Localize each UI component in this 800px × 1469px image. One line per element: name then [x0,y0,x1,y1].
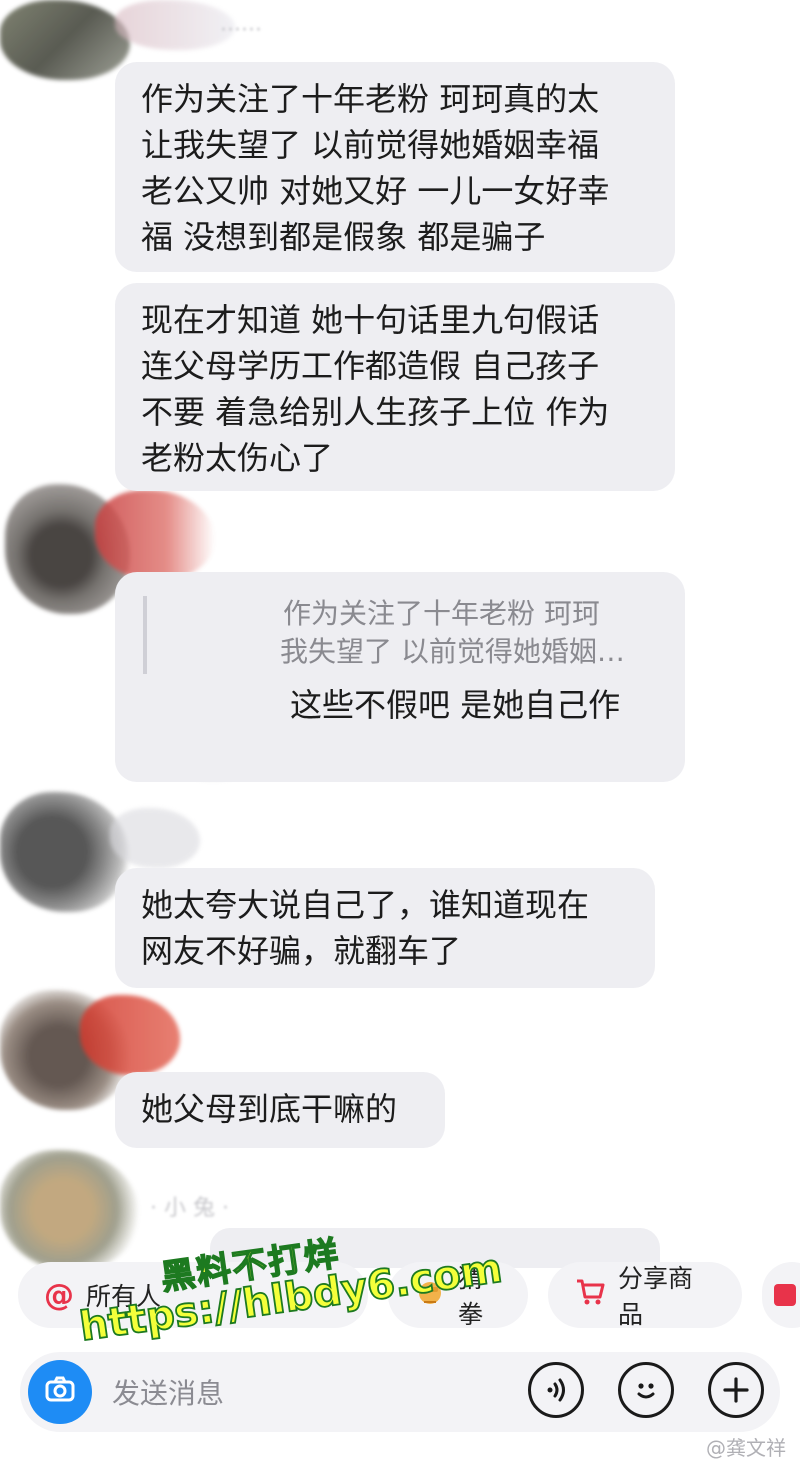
avatar [95,490,215,580]
avatar [115,0,235,50]
voice-icon [539,1373,573,1411]
camera-icon [42,1372,78,1412]
plus-icon [719,1373,753,1411]
emoji-button[interactable] [618,1362,674,1418]
message-text: 她父母到底干嘛的 [141,1090,398,1128]
emoji-icon [629,1373,663,1411]
weibo-credit: @龚文祥 [706,1436,786,1460]
message-text: 网友不好骗，就翻车了 [141,932,462,970]
chip-more[interactable] [762,1262,800,1328]
quoted-message-line: 我失望了 以前觉得她婚姻… [280,635,625,668]
avatar [0,0,130,80]
cart-icon [574,1276,606,1314]
message-text: 老公又帅 对她又好 一儿一女好幸 [141,172,610,210]
plus-button[interactable] [708,1362,764,1418]
avatar [0,1150,140,1270]
camera-button[interactable] [28,1360,92,1424]
sender-name-blurred: · 小 兔 · [150,1196,229,1221]
message-input[interactable]: 发送消息 [112,1372,224,1412]
message-bubble[interactable]: 她父母到底干嘛的 [115,1072,445,1148]
redaction-scribble [110,808,200,868]
avatar [0,792,130,912]
message-bubble[interactable]: 现在才知道 她十句话里九句假话 连父母学历工作都造假 自己孩子 不要 着急给别人… [115,283,675,491]
quote-reply-bubble[interactable]: 作为关注了十年老粉 珂珂 我失望了 以前觉得她婚姻… 这些不假吧 是她自己作 [115,572,685,782]
message-bubble[interactable]: 作为关注了十年老粉 珂珂真的太 让我失望了 以前觉得她婚姻幸福 老公又帅 对她又… [115,62,675,272]
message-bubble[interactable]: 她太夸大说自己了，谁知道现在 网友不好骗，就翻车了 [115,868,655,988]
chip-label: 分享商品 [618,1264,694,1329]
message-text: 不要 着急给别人生孩子上位 作为 [141,393,610,431]
quote-bar [143,596,147,674]
message-text: 老粉太伤心了 [141,439,334,477]
ticket-icon [774,1284,796,1306]
quoted-message-line: 作为关注了十年老粉 珂珂 [283,597,600,630]
avatar [80,995,180,1075]
sender-name-blurred: ······ [220,18,262,43]
message-text: 连父母学历工作都造假 自己孩子 [141,347,600,385]
at-icon: @ [44,1277,74,1313]
message-text: 福 没想到都是假象 都是骗子 [141,218,546,256]
message-text: 作为关注了十年老粉 珂珂真的太 [141,80,600,118]
message-text: 她太夸大说自己了，谁知道现在 [141,886,590,924]
chip-share-product[interactable]: 分享商品 [548,1262,742,1329]
message-text: 现在才知道 她十句话里九句假话 [141,301,600,339]
message-text: 让我失望了 以前觉得她婚姻幸福 [141,126,600,164]
voice-button[interactable] [528,1362,584,1418]
reply-text: 这些不假吧 是她自己作 [290,686,621,724]
message-input-bar: 发送消息 [20,1352,780,1432]
